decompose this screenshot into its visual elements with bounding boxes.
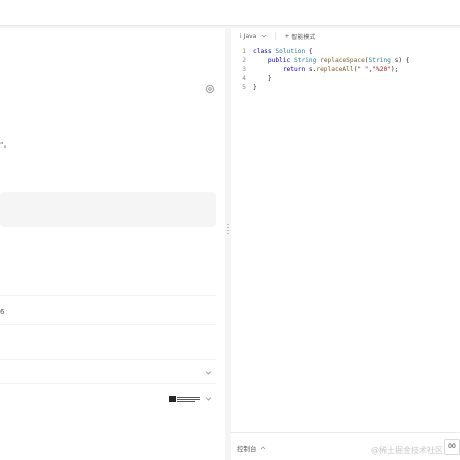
code-token: } — [253, 84, 257, 91]
code-token: s) { — [390, 57, 410, 64]
code-line[interactable]: 3 return s.replaceAll(" ","%20"); — [231, 65, 460, 74]
code-text: class Solution { — [253, 47, 313, 56]
divider — [0, 324, 216, 325]
code-token: " " — [357, 66, 369, 73]
code-token: } — [253, 75, 272, 82]
console-toggle[interactable]: 控制台 — [237, 443, 266, 453]
language-icon: i — [240, 32, 242, 40]
code-text: return s.replaceAll(" ","%20"); — [253, 65, 399, 74]
code-line[interactable]: 4 } — [231, 74, 460, 83]
logo-icon — [169, 396, 200, 402]
top-navbar — [0, 0, 460, 26]
language-label: Java — [243, 32, 257, 40]
divider — [0, 295, 216, 296]
watermark: @稀土掘金技术社区 — [371, 446, 443, 455]
code-token: replaceSpace — [320, 57, 365, 64]
code-editor[interactable]: 1 class Solution {2 public String replace… — [231, 47, 460, 92]
code-token: Solution — [275, 48, 306, 55]
code-token: "%20" — [372, 66, 391, 73]
line-number: 4 — [242, 75, 246, 82]
run-button[interactable]: 00 — [444, 439, 460, 455]
gear-icon[interactable] — [205, 84, 215, 94]
code-token: return — [282, 66, 306, 73]
console-label: 控制台 — [237, 445, 257, 453]
code-token: class — [253, 48, 272, 55]
mode-label: 智能模式 — [291, 33, 316, 41]
line-number: 3 — [242, 66, 246, 73]
code-token: { — [305, 48, 313, 55]
language-select[interactable]: i Java — [240, 33, 267, 40]
divider — [0, 359, 216, 360]
line-number: 2 — [242, 57, 246, 64]
line-number: 1 — [242, 48, 246, 55]
text-fragment: “。 — [0, 141, 11, 149]
code-line[interactable]: 2 public String replaceSpace(String s) { — [231, 56, 460, 65]
code-token: ); — [390, 66, 399, 73]
chevron-down-icon[interactable] — [205, 369, 212, 376]
toolbar-divider — [275, 32, 277, 40]
panel-splitter[interactable] — [226, 28, 230, 460]
code-token: replaceAll — [316, 66, 354, 73]
smart-mode-toggle[interactable]: + 智能模式 — [284, 32, 315, 41]
line-number: 5 — [242, 84, 246, 91]
code-token: public — [267, 57, 291, 64]
chevron-down-icon — [262, 34, 267, 38]
plus-icon: + — [284, 32, 290, 40]
code-line[interactable]: 1 class Solution { — [231, 47, 460, 56]
code-panel: i Java + 智能模式 1 class Solution {2 public … — [231, 28, 460, 460]
divider — [0, 383, 216, 384]
code-token: String — [368, 57, 391, 64]
code-token: String — [294, 57, 317, 64]
code-text: public String replaceSpace(String s) { — [253, 56, 410, 65]
example-block — [0, 192, 216, 227]
text-fragment: 6 — [0, 308, 5, 316]
chevron-up-icon — [260, 446, 265, 450]
code-text: } — [253, 83, 257, 92]
editor-footer: 控制台 @稀土掘金技术社区 00 — [231, 432, 460, 460]
chevron-down-icon[interactable] — [205, 395, 212, 402]
code-line[interactable]: 5} — [231, 83, 460, 92]
code-text: } — [253, 74, 272, 83]
code-token: s. — [305, 66, 317, 73]
drag-handle-icon[interactable] — [227, 224, 229, 236]
problem-panel: “。 6 — [0, 28, 225, 460]
editor-toolbar: i Java + 智能模式 — [231, 28, 460, 44]
